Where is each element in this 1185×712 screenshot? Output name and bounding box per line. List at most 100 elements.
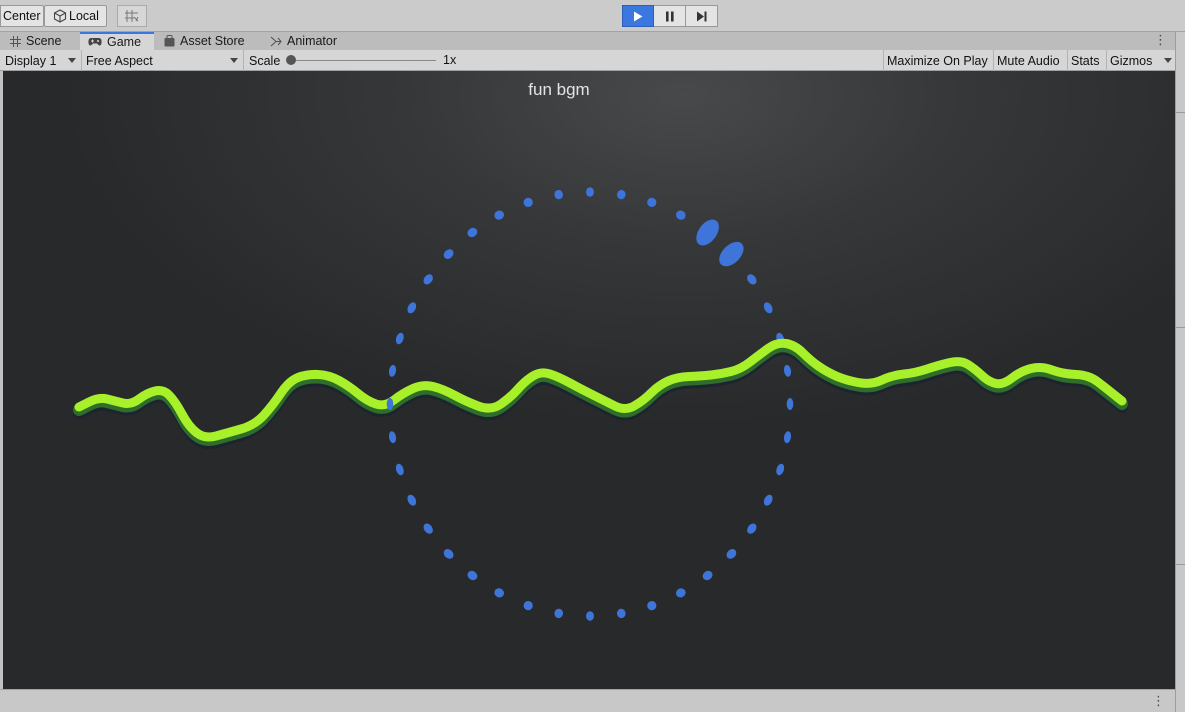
dock-divider xyxy=(1176,564,1185,565)
ring-dot xyxy=(783,364,792,377)
ring-dot xyxy=(776,463,785,476)
ring-dot xyxy=(494,588,505,598)
game-title-text: fun bgm xyxy=(528,80,590,99)
maximize-on-play-label: Maximize On Play xyxy=(887,53,988,68)
ring-dot xyxy=(443,249,454,259)
ring-dot xyxy=(523,197,533,207)
ring-dot xyxy=(616,189,626,200)
ring-dot xyxy=(786,398,794,410)
ring-dots-front xyxy=(386,398,794,621)
dock-divider xyxy=(1176,327,1185,328)
tab-animator[interactable]: Animator xyxy=(262,32,352,50)
ring-dot xyxy=(783,431,792,444)
chevron-down-icon xyxy=(230,58,238,63)
ring-dot xyxy=(407,494,417,506)
ring-dot xyxy=(407,302,417,314)
display-dropdown[interactable]: Display 1 xyxy=(0,50,82,71)
cube-icon xyxy=(53,9,67,23)
scale-slider-handle[interactable] xyxy=(286,55,296,65)
ring-dot xyxy=(467,570,478,581)
pivot-center-button[interactable]: Center xyxy=(0,5,44,27)
ring-dot xyxy=(494,210,505,220)
mute-audio-label: Mute Audio xyxy=(997,53,1060,68)
scale-slider-track[interactable] xyxy=(290,60,436,61)
scale-control: Scale 1x xyxy=(244,50,464,71)
playmode-controls xyxy=(622,5,718,27)
view-tab-bar: Scene Game Asset Store Animator ⋮ xyxy=(0,32,1175,50)
pivot-local-label: Local xyxy=(69,9,99,23)
display-value: Display 1 xyxy=(5,53,57,68)
right-dock-strip xyxy=(1175,32,1185,712)
ring-dot xyxy=(586,611,594,621)
ring-dots-back xyxy=(388,187,792,377)
step-button[interactable] xyxy=(686,5,718,27)
bottom-panel-bar: ⋮ xyxy=(0,689,1175,712)
chevron-down-icon[interactable] xyxy=(1164,58,1172,63)
mute-audio-toggle[interactable]: Mute Audio xyxy=(993,50,1067,71)
tab-scene[interactable]: Scene xyxy=(2,32,80,50)
game-scene xyxy=(73,187,1128,621)
play-icon xyxy=(634,11,643,21)
tab-game-label: Game xyxy=(107,35,142,49)
play-button[interactable] xyxy=(622,5,654,27)
pause-icon xyxy=(665,11,674,21)
ring-dot xyxy=(726,549,737,559)
gamepad-icon xyxy=(88,37,102,47)
tab-game[interactable]: Game xyxy=(80,32,154,50)
tab-asset-store-label: Asset Store xyxy=(180,34,245,48)
aspect-dropdown[interactable]: Free Aspect xyxy=(82,50,244,71)
ring-dot xyxy=(647,197,657,208)
pause-button[interactable] xyxy=(654,5,686,27)
grid-icon xyxy=(10,35,21,47)
maximize-on-play-toggle[interactable]: Maximize On Play xyxy=(883,50,993,71)
ring-dot xyxy=(647,600,657,611)
gizmos-label: Gizmos xyxy=(1110,53,1153,68)
bag-icon xyxy=(164,35,175,47)
grid-snap-icon xyxy=(125,10,139,22)
scale-label: Scale xyxy=(249,53,281,68)
ring-dot xyxy=(763,302,773,314)
ring-dot xyxy=(702,570,713,581)
ring-dot xyxy=(423,523,433,534)
ring-dot xyxy=(675,588,686,598)
step-icon xyxy=(696,11,706,21)
audio-wave xyxy=(73,338,1128,449)
pivot-center-label: Center xyxy=(3,9,41,23)
game-view-toolbar: Display 1 Free Aspect Scale 1x Maximize … xyxy=(0,50,1175,71)
ring-dot xyxy=(719,241,744,267)
ring-dot xyxy=(386,398,394,410)
aspect-value: Free Aspect xyxy=(86,53,153,68)
stats-label: Stats xyxy=(1071,53,1100,68)
pivot-local-button[interactable]: Local xyxy=(44,5,107,27)
tab-animator-label: Animator xyxy=(287,34,338,48)
ring-dot xyxy=(747,523,757,534)
ring-dot xyxy=(616,608,626,619)
ring-dot xyxy=(388,364,397,377)
ring-dot xyxy=(554,189,564,200)
tab-asset-store[interactable]: Asset Store xyxy=(156,32,256,50)
ring-dot xyxy=(554,608,564,619)
tab-menu-icon[interactable]: ⋮ xyxy=(1154,33,1167,46)
gizmos-toggle[interactable]: Gizmos xyxy=(1106,50,1175,71)
ring-dot xyxy=(747,274,757,285)
dock-divider xyxy=(1176,112,1185,113)
chevron-down-icon xyxy=(68,58,76,63)
ring-dot xyxy=(675,210,686,220)
stats-toggle[interactable]: Stats xyxy=(1067,50,1106,71)
animator-icon xyxy=(270,36,282,47)
ring-dot xyxy=(696,219,719,246)
ring-dot xyxy=(443,549,454,559)
ring-dot xyxy=(523,600,533,611)
ring-dot xyxy=(388,431,397,444)
ring-dot xyxy=(467,227,478,238)
scale-value: 1x xyxy=(443,53,457,67)
game-viewport[interactable]: fun bgm xyxy=(3,71,1175,689)
ring-dot xyxy=(763,494,773,506)
tab-scene-label: Scene xyxy=(26,34,62,48)
grid-snap-button[interactable] xyxy=(117,5,147,27)
ring-dot xyxy=(395,463,404,476)
bottom-panel-menu-icon[interactable]: ⋮ xyxy=(1152,694,1165,707)
ring-dot xyxy=(395,332,404,345)
ring-dot xyxy=(586,187,594,197)
main-toolbar: Center Local xyxy=(0,0,1185,32)
